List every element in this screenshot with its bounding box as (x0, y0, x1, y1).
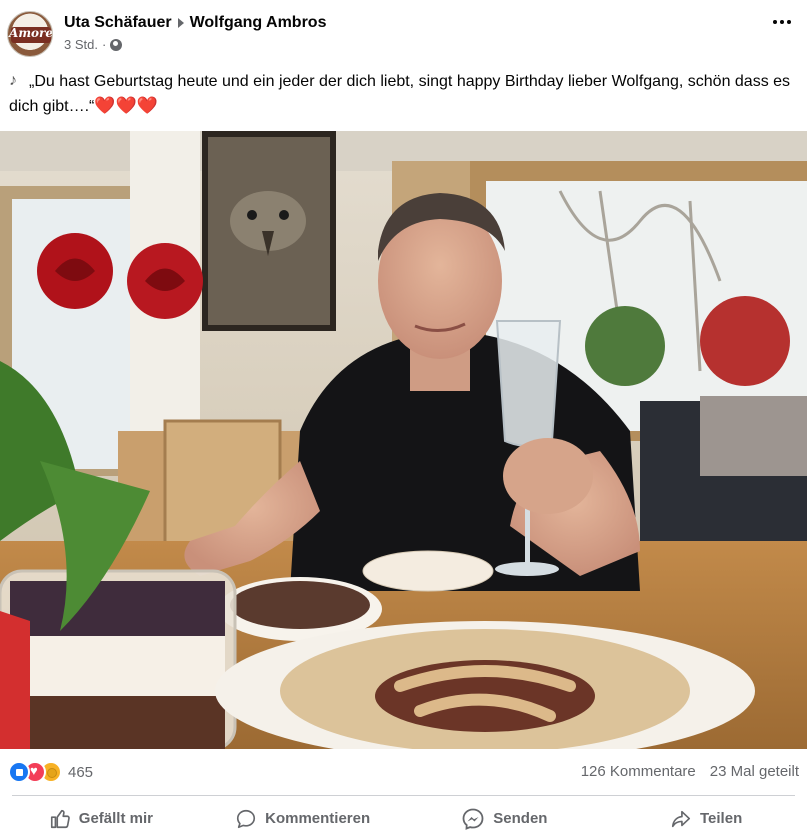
shares-count-link[interactable]: 23 Mal geteilt (710, 763, 799, 780)
post-photo[interactable] (0, 131, 807, 749)
share-button[interactable]: Teilen (605, 797, 807, 840)
meta-separator: · (101, 37, 107, 52)
comment-bubble-icon (237, 809, 256, 828)
divider (12, 795, 795, 796)
messenger-icon (462, 808, 484, 830)
post-timestamp-link[interactable]: 3 Std. (64, 37, 98, 52)
comment-button[interactable]: Kommentieren (202, 797, 404, 840)
author-name-link[interactable]: Uta Schäfauer (64, 14, 172, 32)
saucer (362, 550, 494, 592)
shared-to-arrow-icon (177, 18, 184, 28)
globe-icon[interactable] (110, 38, 123, 51)
stats-counts: 126 Kommentare 23 Mal geteilt (581, 763, 799, 780)
more-options-button[interactable] (773, 20, 791, 24)
reaction-count[interactable]: 465 (68, 764, 93, 781)
author-avatar[interactable]: Amore (7, 11, 53, 57)
glass-base (495, 562, 559, 576)
post-actions: Gefällt mir Kommentieren Senden Teilen (0, 797, 807, 840)
cake-slice (230, 581, 370, 629)
author-line: Uta Schäfauer Wolfgang Ambros (64, 12, 326, 34)
hand (503, 438, 593, 514)
avatar-logo-text: Amore (9, 26, 53, 40)
reactions-summary[interactable]: 465 (8, 761, 93, 783)
sofa-blanket (700, 396, 807, 476)
comment-button-label: Kommentieren (265, 810, 371, 827)
ellipsis-icon (780, 20, 784, 24)
poinsettia (700, 296, 790, 386)
red-ribbon (0, 611, 30, 749)
photo-illustration (0, 131, 807, 749)
facebook-post: Amore Uta Schäfauer Wolfgang Ambros 3 St… (0, 0, 807, 840)
target-name-link[interactable]: Wolfgang Ambros (190, 14, 327, 32)
dessert-base (10, 696, 225, 749)
post-stats: 465 126 Kommentare 23 Mal geteilt (0, 749, 807, 796)
champagne-glass[interactable] (495, 320, 562, 447)
post-caption: „Du hast Geburtstag heute und ein jeder … (9, 69, 799, 119)
share-button-label: Teilen (700, 810, 743, 827)
send-button[interactable]: Senden (404, 797, 606, 840)
emu-eye-left (247, 210, 257, 220)
dessert-berries (10, 581, 225, 636)
caption-hearts: ❤️❤️❤️ (94, 96, 158, 115)
post-header: Amore Uta Schäfauer Wolfgang Ambros 3 St… (0, 0, 807, 70)
green-plant (585, 306, 665, 386)
dessert-cream (10, 636, 225, 696)
emu-eye-right (279, 210, 289, 220)
comments-count-link[interactable]: 126 Kommentare (581, 763, 696, 780)
music-note-icon (9, 69, 25, 93)
ellipsis-icon (773, 20, 777, 24)
thumbs-up-icon (50, 809, 70, 828)
like-icon (8, 761, 30, 783)
ellipsis-icon (787, 20, 791, 24)
post-meta: 3 Std. · (64, 37, 123, 52)
like-button-label: Gefällt mir (78, 810, 153, 827)
send-button-label: Senden (493, 810, 548, 827)
like-button[interactable]: Gefällt mir (0, 797, 202, 840)
share-arrow-icon (671, 810, 691, 827)
